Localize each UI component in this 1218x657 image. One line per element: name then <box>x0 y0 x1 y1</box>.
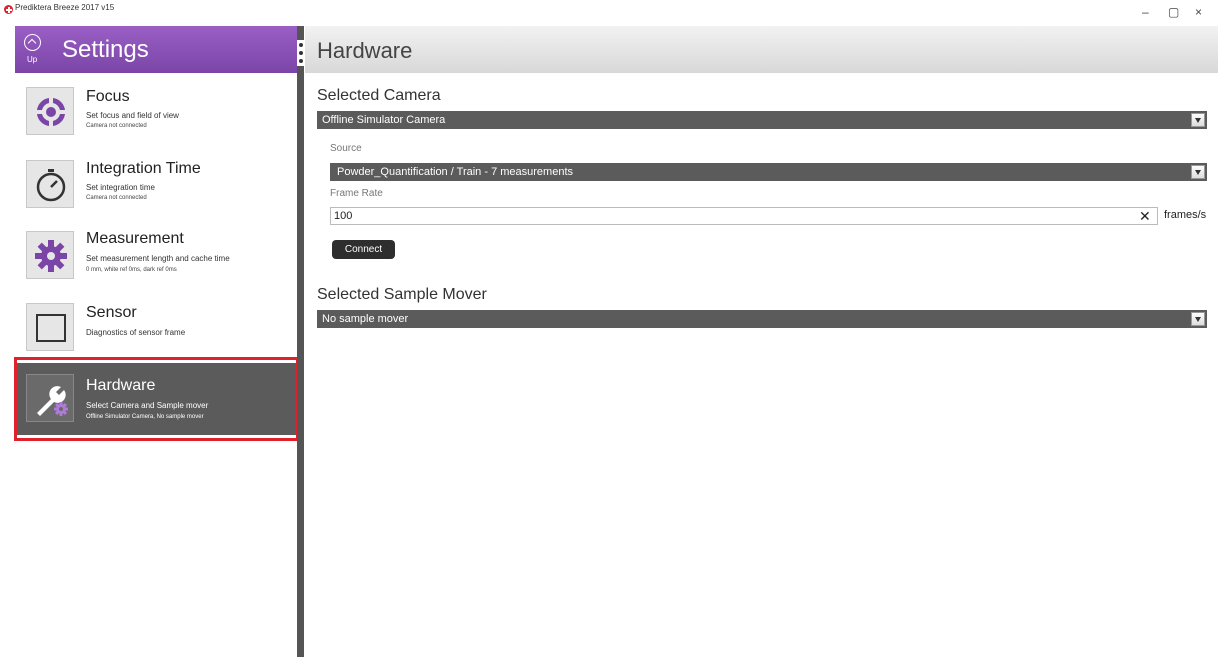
source-select-value: Powder_Quantification / Train - 7 measur… <box>337 166 574 178</box>
sidebar-item-description: Set integration time <box>86 183 155 192</box>
sensor-frame-icon <box>26 303 74 351</box>
sidebar-item-description: Set measurement length and cache time <box>86 254 230 263</box>
sidebar-item-status: Camera not connected <box>86 123 147 129</box>
minimize-button[interactable]: – <box>1142 6 1149 18</box>
camera-select-value: Offline Simulator Camera <box>322 114 446 126</box>
sidebar-item-label: Sensor <box>86 304 137 321</box>
sidebar-item-label: Focus <box>86 88 130 105</box>
selected-camera-heading: Selected Camera <box>317 87 441 104</box>
frame-rate-label: Frame Rate <box>330 188 383 199</box>
sidebar-item-measurement[interactable]: Measurement Set measurement length and c… <box>15 223 298 293</box>
clear-icon[interactable]: ✕ <box>1139 207 1151 225</box>
frame-rate-unit: frames/s <box>1164 209 1207 221</box>
frame-rate-value: 100 <box>334 210 353 222</box>
connect-button[interactable]: Connect <box>332 240 395 259</box>
camera-select[interactable]: Offline Simulator Camera <box>317 111 1207 129</box>
content-header: Hardware <box>305 26 1218 73</box>
sidebar-item-label: Measurement <box>86 230 184 247</box>
chevron-down-icon[interactable] <box>1191 312 1205 326</box>
settings-sidebar: Focus Set focus and field of view Camera… <box>15 73 298 657</box>
sidebar-item-status: Offline Simulator Camera, No sample move… <box>86 414 204 420</box>
sidebar-item-status: 0 mm, white ref 0ms, dark ref 0ms <box>86 267 177 273</box>
app-logo-icon <box>4 5 13 14</box>
sidebar-header: Up Settings <box>15 26 298 73</box>
sidebar-item-description: Diagnostics of sensor frame <box>86 328 186 337</box>
page-title: Hardware <box>317 38 413 63</box>
sidebar-item-integration-time[interactable]: Integration Time Set integration time Ca… <box>15 151 298 221</box>
title-bar: Prediktera Breeze 2017 v15 – ▢ × <box>0 0 1218 26</box>
panel-splitter[interactable] <box>297 26 304 657</box>
wrench-gear-icon <box>26 374 74 422</box>
sidebar-title: Settings <box>62 36 149 63</box>
chevron-down-icon[interactable] <box>1191 113 1205 127</box>
chevron-up-icon <box>24 34 41 51</box>
source-select[interactable]: Powder_Quantification / Train - 7 measur… <box>330 163 1207 181</box>
gear-icon <box>26 231 74 279</box>
selected-sample-mover-heading: Selected Sample Mover <box>317 286 487 303</box>
up-label: Up <box>27 55 38 64</box>
sample-mover-select[interactable]: No sample mover <box>317 310 1207 328</box>
source-label: Source <box>330 143 362 154</box>
window-title: Prediktera Breeze 2017 v15 <box>15 3 115 12</box>
sidebar-item-description: Select Camera and Sample mover <box>86 401 209 410</box>
sidebar-item-status: Camera not connected <box>86 195 147 201</box>
sidebar-item-label: Hardware <box>86 377 156 394</box>
sidebar-item-label: Integration Time <box>86 160 201 177</box>
sidebar-item-hardware[interactable]: Hardware Select Camera and Sample mover … <box>15 363 298 435</box>
chevron-down-icon[interactable] <box>1191 165 1205 179</box>
frame-rate-input[interactable]: 100 <box>330 207 1158 225</box>
sample-mover-select-value: No sample mover <box>322 313 409 325</box>
close-button[interactable]: × <box>1195 6 1202 18</box>
maximize-button[interactable]: ▢ <box>1168 6 1179 18</box>
sidebar-item-description: Set focus and field of view <box>86 111 179 120</box>
splitter-handle-icon[interactable] <box>297 40 305 66</box>
focus-target-icon <box>26 87 74 135</box>
sidebar-item-sensor[interactable]: Sensor Diagnostics of sensor frame <box>15 295 298 365</box>
stopwatch-icon <box>26 160 74 208</box>
sidebar-item-focus[interactable]: Focus Set focus and field of view Camera… <box>15 78 298 148</box>
